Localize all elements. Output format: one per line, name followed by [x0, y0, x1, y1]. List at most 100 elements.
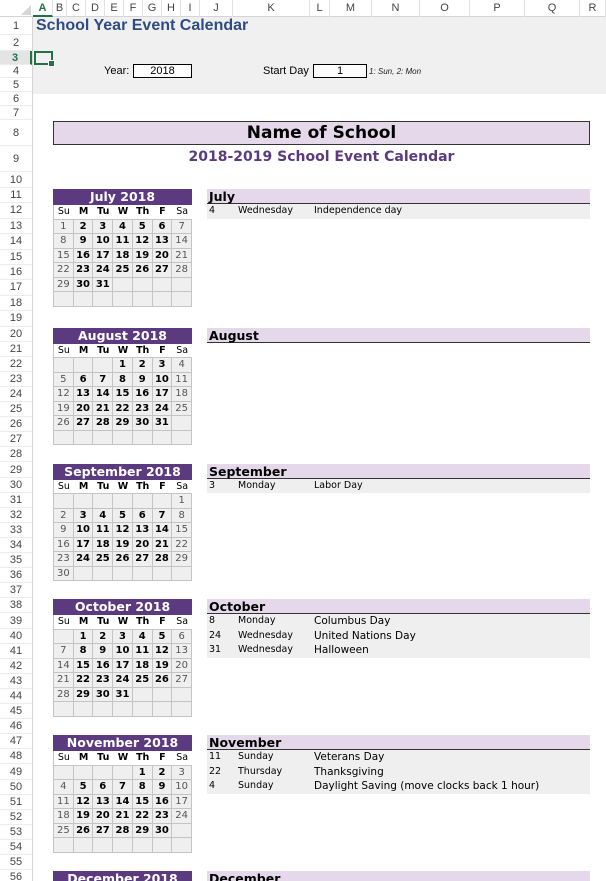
start-day-input[interactable]: 1 [313, 64, 367, 78]
day-cell[interactable]: 28 [93, 416, 114, 431]
day-cell[interactable]: 21 [172, 248, 192, 263]
column-header-b[interactable]: B [53, 0, 67, 17]
day-cell[interactable] [152, 430, 173, 446]
day-cell[interactable] [73, 702, 94, 717]
event-row[interactable]: 11 Sunday Veterans Day [207, 750, 590, 765]
day-cell[interactable]: 29 [113, 416, 133, 431]
day-cell[interactable] [152, 702, 173, 717]
day-cell[interactable] [132, 430, 153, 446]
row-header-1[interactable]: 1 [0, 17, 32, 35]
day-cell[interactable]: 7 [54, 644, 74, 659]
day-cell[interactable]: 11 [113, 234, 133, 249]
day-cell[interactable] [132, 702, 153, 717]
day-cell[interactable]: 24 [172, 809, 192, 824]
day-cell[interactable]: 6 [152, 219, 173, 234]
day-cell[interactable]: 23 [152, 809, 173, 824]
day-cell[interactable]: 26 [73, 823, 94, 839]
day-cell[interactable] [93, 358, 114, 373]
day-cell[interactable]: 20 [73, 401, 94, 417]
day-cell[interactable]: 15 [132, 794, 153, 810]
day-cell[interactable]: 20 [152, 248, 173, 263]
day-cell[interactable] [152, 566, 173, 581]
day-cell[interactable]: 13 [152, 234, 173, 249]
day-cell[interactable]: 4 [132, 629, 153, 645]
row-header-47[interactable]: 47 [0, 734, 32, 750]
row-header-8[interactable]: 8 [0, 120, 32, 146]
row-header-49[interactable]: 49 [0, 765, 32, 780]
day-cell[interactable]: 12 [152, 644, 173, 659]
day-cell[interactable]: 14 [54, 658, 74, 674]
day-cell[interactable]: 14 [172, 234, 192, 249]
day-cell[interactable]: 17 [113, 658, 133, 674]
day-cell[interactable]: 14 [93, 387, 114, 402]
day-cell[interactable]: 8 [172, 508, 192, 523]
day-cell[interactable] [172, 823, 192, 839]
event-row[interactable]: 4 Sunday Daylight Saving (move clocks back… [207, 779, 590, 794]
row-header-17[interactable]: 17 [0, 280, 32, 296]
day-cell[interactable]: 8 [73, 644, 94, 659]
day-cell[interactable] [113, 494, 133, 509]
day-cell[interactable]: 12 [132, 234, 153, 249]
row-header-6[interactable]: 6 [0, 92, 32, 106]
column-header-g[interactable]: G [143, 0, 162, 17]
year-input[interactable]: 2018 [133, 64, 192, 78]
day-cell[interactable]: 23 [54, 552, 74, 567]
day-cell[interactable]: 13 [73, 387, 94, 402]
day-cell[interactable]: 12 [113, 523, 133, 538]
day-cell[interactable]: 22 [113, 401, 133, 417]
row-header-21[interactable]: 21 [0, 342, 32, 357]
row-header-38[interactable]: 38 [0, 598, 32, 614]
day-cell[interactable]: 4 [54, 780, 74, 795]
day-cell[interactable] [73, 292, 94, 307]
column-header-i[interactable]: I [181, 0, 200, 17]
row-header-53[interactable]: 53 [0, 825, 32, 840]
day-cell[interactable] [54, 629, 74, 645]
row-header-32[interactable]: 32 [0, 508, 32, 523]
event-row[interactable]: 8 Monday Columbus Day [207, 614, 590, 629]
day-cell[interactable]: 1 [132, 765, 153, 781]
column-header-h[interactable]: H [162, 0, 181, 17]
day-cell[interactable]: 18 [113, 248, 133, 263]
day-cell[interactable]: 25 [113, 263, 133, 278]
school-name[interactable]: Name of School [53, 121, 590, 145]
day-cell[interactable]: 27 [73, 416, 94, 431]
day-cell[interactable]: 29 [73, 687, 94, 703]
day-cell[interactable]: 15 [73, 658, 94, 674]
row-header-28[interactable]: 28 [0, 447, 32, 463]
row-header-33[interactable]: 33 [0, 523, 32, 538]
day-cell[interactable]: 31 [152, 416, 173, 431]
day-cell[interactable]: 2 [93, 629, 114, 645]
day-cell[interactable]: 15 [54, 248, 74, 263]
day-cell[interactable]: 9 [93, 644, 114, 659]
day-cell[interactable] [93, 702, 114, 717]
day-cell[interactable]: 17 [152, 387, 173, 402]
day-cell[interactable]: 1 [113, 358, 133, 373]
day-cell[interactable]: 14 [152, 523, 173, 538]
row-header-10[interactable]: 10 [0, 172, 32, 188]
day-cell[interactable]: 27 [132, 552, 153, 567]
row-header-13[interactable]: 13 [0, 219, 32, 235]
day-cell[interactable]: 28 [172, 263, 192, 278]
column-header-o[interactable]: O [420, 0, 470, 17]
row-header-48[interactable]: 48 [0, 749, 32, 765]
day-cell[interactable] [93, 494, 114, 509]
day-cell[interactable]: 28 [152, 552, 173, 567]
day-cell[interactable]: 5 [152, 629, 173, 645]
day-cell[interactable]: 19 [152, 658, 173, 674]
event-row[interactable]: 31 Wednesday Halloween [207, 643, 590, 658]
day-cell[interactable]: 1 [73, 629, 94, 645]
day-cell[interactable] [73, 430, 94, 446]
day-cell[interactable]: 2 [152, 765, 173, 781]
day-cell[interactable]: 3 [172, 765, 192, 781]
day-cell[interactable]: 11 [132, 644, 153, 659]
day-cell[interactable]: 23 [93, 673, 114, 688]
day-cell[interactable]: 27 [93, 823, 114, 839]
row-header-36[interactable]: 36 [0, 568, 32, 584]
row-header-52[interactable]: 52 [0, 810, 32, 825]
day-cell[interactable] [54, 358, 74, 373]
row-header-2[interactable]: 2 [0, 35, 32, 51]
day-cell[interactable] [172, 702, 192, 717]
day-cell[interactable]: 24 [73, 552, 94, 567]
row-header-20[interactable]: 20 [0, 327, 32, 342]
day-cell[interactable]: 26 [54, 416, 74, 431]
